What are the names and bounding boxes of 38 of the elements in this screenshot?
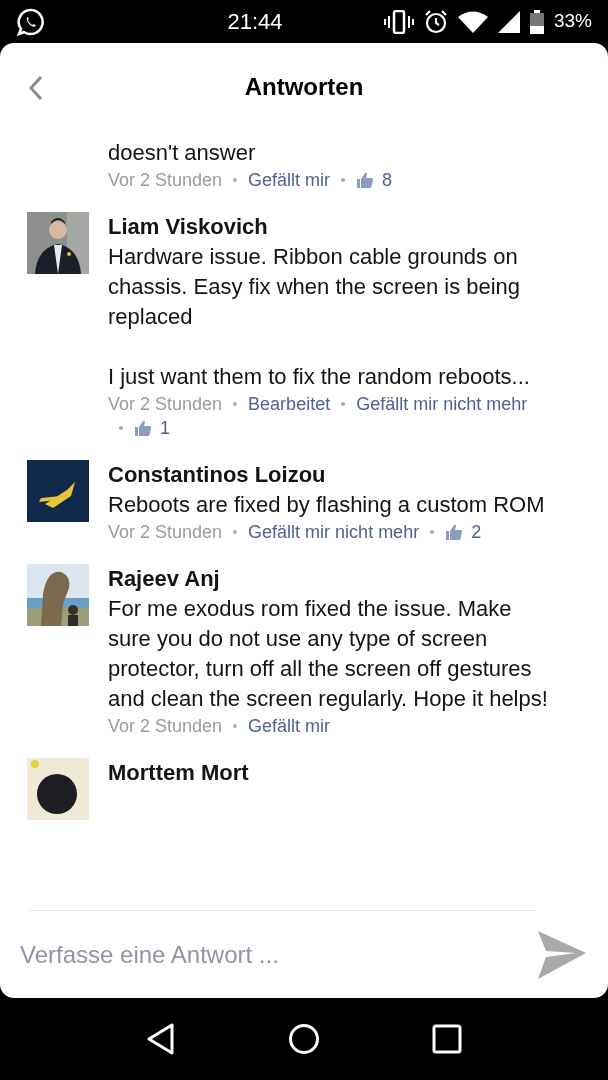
alarm-clock-icon	[423, 9, 448, 34]
thumbs-up-icon	[445, 523, 464, 541]
back-chevron-icon	[28, 75, 44, 101]
comment-text: For me exodus rom fixed the issue. Make sure you do not use any type of screen protector, turn off all the screen off gestures and clean the screen regularly. Hope it helps!	[108, 595, 549, 713]
timestamp: Vor 2 Stunden	[108, 169, 223, 192]
like-count: 2	[471, 521, 482, 544]
reply-input[interactable]: Verfasse eine Antwort ...	[20, 936, 536, 973]
thumbs-up-icon	[356, 171, 375, 189]
action-link[interactable]: Gefällt mir nicht mehr	[248, 520, 420, 544]
thumbs-up-icon	[134, 419, 152, 437]
recents-nav-icon[interactable]	[432, 1024, 462, 1054]
comment-text: doesn't answer	[108, 139, 257, 167]
back-nav-icon[interactable]	[146, 1023, 176, 1055]
chat-bubble-icon	[16, 6, 46, 37]
home-nav-icon[interactable]	[288, 1023, 320, 1055]
timestamp: Vor 2 Stunden	[108, 715, 223, 738]
like-count: 1	[160, 417, 170, 440]
timestamp: Vor 2 Stunden	[108, 521, 223, 544]
action-link[interactable]: Gefällt mir	[248, 168, 331, 192]
action-link[interactable]: Gefällt mir	[248, 714, 331, 738]
page-title: Antworten	[244, 71, 364, 102]
signal-icon	[497, 10, 520, 33]
author-name[interactable]: Rajeev Anj	[108, 564, 555, 594]
action-link[interactable]: Gefällt mir nicht mehr	[356, 392, 528, 416]
author-name[interactable]: Constantinos Loizou	[108, 460, 555, 490]
battery-percentage: 33%	[553, 9, 592, 34]
author-name[interactable]: Liam Viskovich	[108, 212, 555, 242]
comment-text: Hardware issue. Ribbon cable grounds on chassis. Easy fix when the screen is being replaced	[108, 243, 522, 331]
comment-text: I just want them to fix the random reboots...	[108, 363, 531, 391]
like-count: 8	[382, 169, 393, 192]
author-name[interactable]: Morttem Mort	[108, 758, 555, 788]
wifi-icon	[457, 10, 488, 33]
comment-text: Reboots are fixed by flashing a custom ROM	[108, 491, 546, 519]
battery-icon	[529, 9, 544, 34]
action-link[interactable]: Bearbeitet	[248, 392, 331, 416]
vibrate-icon	[383, 9, 414, 34]
timestamp: Vor 2 Stunden	[108, 393, 223, 416]
clock: 21:44	[227, 8, 283, 36]
